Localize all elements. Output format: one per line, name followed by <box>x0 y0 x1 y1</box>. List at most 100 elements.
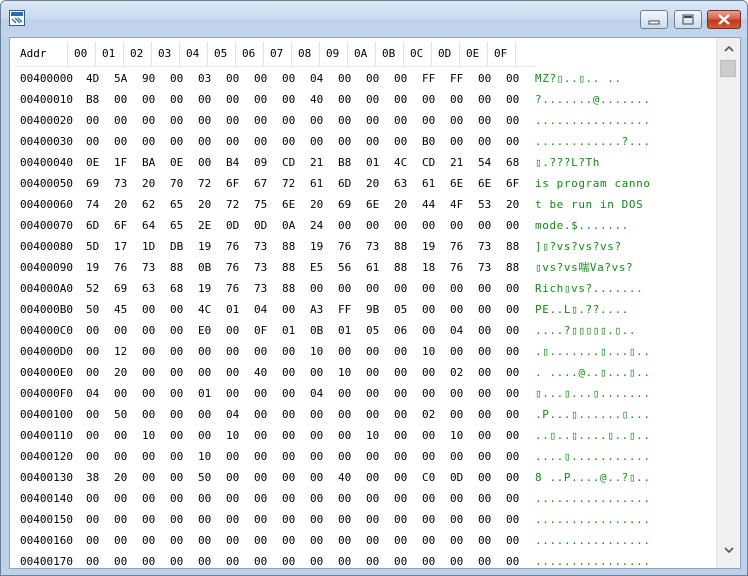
hex-byte[interactable]: 01 <box>226 299 246 320</box>
hex-byte[interactable]: 00 <box>254 383 274 404</box>
hex-byte[interactable]: 52 <box>86 278 106 299</box>
hex-byte[interactable]: 44 <box>422 194 442 215</box>
hex-byte[interactable]: 00 <box>506 278 526 299</box>
ascii-text[interactable]: PE..L▯.??.... <box>535 299 629 320</box>
hex-byte[interactable]: 00 <box>478 404 498 425</box>
hex-byte[interactable]: 17 <box>114 236 134 257</box>
hex-byte[interactable]: 0A <box>282 215 302 236</box>
hex-byte[interactable]: 00 <box>422 425 442 446</box>
hex-byte[interactable]: 6F <box>226 173 246 194</box>
hex-byte[interactable]: 00 <box>198 425 218 446</box>
hex-byte[interactable]: 54 <box>478 152 498 173</box>
hex-byte[interactable]: 0E <box>86 152 106 173</box>
hex-byte[interactable]: 01 <box>282 320 302 341</box>
hex-byte[interactable]: 00 <box>226 446 246 467</box>
hex-byte[interactable]: 00 <box>170 488 190 509</box>
hex-byte[interactable]: FF <box>422 68 442 89</box>
hex-byte[interactable]: 00 <box>366 530 386 551</box>
hex-byte[interactable]: 19 <box>198 236 218 257</box>
ascii-text[interactable]: ▯vs?vs喘Va?vs? <box>535 257 633 278</box>
hex-byte[interactable]: 00 <box>506 467 526 488</box>
hex-byte[interactable]: 00 <box>142 110 162 131</box>
hex-byte[interactable]: 00 <box>254 488 274 509</box>
hex-byte[interactable]: 00 <box>338 446 358 467</box>
hex-byte[interactable]: 00 <box>506 299 526 320</box>
ascii-text[interactable]: .P...▯......▯... <box>535 404 651 425</box>
ascii-text[interactable]: Rich▯vs?....... <box>535 278 643 299</box>
hex-byte[interactable]: 20 <box>506 194 526 215</box>
hex-byte[interactable]: 00 <box>226 89 246 110</box>
hex-byte[interactable]: 00 <box>170 551 190 568</box>
hex-byte[interactable]: 00 <box>170 383 190 404</box>
hex-byte[interactable]: 00 <box>394 278 414 299</box>
hex-byte[interactable]: 00 <box>338 110 358 131</box>
hex-byte[interactable]: 10 <box>450 425 470 446</box>
hex-byte[interactable]: 50 <box>114 404 134 425</box>
column-header-0a[interactable]: 0A <box>348 42 376 66</box>
hex-byte[interactable]: 00 <box>478 488 498 509</box>
hex-byte[interactable]: 00 <box>478 89 498 110</box>
hex-byte[interactable]: 00 <box>478 362 498 383</box>
hex-byte[interactable]: BA <box>142 152 162 173</box>
hex-byte[interactable]: 00 <box>366 68 386 89</box>
maximize-button[interactable] <box>674 10 702 29</box>
hex-byte[interactable]: E0 <box>198 320 218 341</box>
hex-byte[interactable]: 00 <box>254 425 274 446</box>
hex-byte[interactable]: 19 <box>198 278 218 299</box>
hex-byte[interactable]: 00 <box>254 131 274 152</box>
hex-byte[interactable]: 00 <box>142 404 162 425</box>
ascii-text[interactable]: ....▯........... <box>535 446 651 467</box>
hex-byte[interactable]: 76 <box>226 236 246 257</box>
hex-byte[interactable]: 73 <box>142 257 162 278</box>
hex-byte[interactable]: 00 <box>310 110 330 131</box>
hex-byte[interactable]: 00 <box>226 341 246 362</box>
hex-byte[interactable]: 76 <box>450 236 470 257</box>
hex-byte[interactable]: 50 <box>198 467 218 488</box>
hex-byte[interactable]: 00 <box>282 341 302 362</box>
hex-byte[interactable]: 00 <box>198 89 218 110</box>
hex-byte[interactable]: 00 <box>170 68 190 89</box>
hex-byte[interactable]: 20 <box>114 362 134 383</box>
hex-byte[interactable]: 00 <box>282 446 302 467</box>
hex-byte[interactable]: 00 <box>198 152 218 173</box>
hex-byte[interactable]: 00 <box>478 68 498 89</box>
hex-byte[interactable]: 5A <box>114 68 134 89</box>
hex-byte[interactable]: 00 <box>198 131 218 152</box>
hex-byte[interactable]: 10 <box>338 362 358 383</box>
hex-byte[interactable]: C0 <box>422 467 442 488</box>
hex-byte[interactable]: 04 <box>226 404 246 425</box>
hex-byte[interactable]: 00 <box>198 341 218 362</box>
hex-byte[interactable]: 6F <box>114 215 134 236</box>
ascii-text[interactable]: ▯...▯...▯....... <box>535 383 651 404</box>
hex-byte[interactable]: 6E <box>478 173 498 194</box>
column-header-04[interactable]: 04 <box>180 42 208 66</box>
hex-byte[interactable]: 00 <box>114 89 134 110</box>
hex-byte[interactable]: 4C <box>394 152 414 173</box>
hex-byte[interactable]: 00 <box>394 89 414 110</box>
ascii-text[interactable]: MZ?▯..▯.. .. <box>535 68 622 89</box>
hex-byte[interactable]: 00 <box>114 131 134 152</box>
hex-byte[interactable]: 24 <box>310 215 330 236</box>
hex-byte[interactable]: 62 <box>142 194 162 215</box>
hex-byte[interactable]: 00 <box>450 110 470 131</box>
hex-byte[interactable]: B8 <box>86 89 106 110</box>
hex-byte[interactable]: 00 <box>506 362 526 383</box>
hex-byte[interactable]: 00 <box>226 131 246 152</box>
hex-byte[interactable]: 00 <box>478 215 498 236</box>
hex-byte[interactable]: 21 <box>310 152 330 173</box>
hex-byte[interactable]: 00 <box>282 488 302 509</box>
close-button[interactable] <box>707 10 741 29</box>
hex-byte[interactable]: 00 <box>86 488 106 509</box>
hex-byte[interactable]: 40 <box>254 362 274 383</box>
hex-byte[interactable]: 00 <box>170 362 190 383</box>
hex-byte[interactable]: 00 <box>310 530 330 551</box>
hex-byte[interactable]: 00 <box>394 488 414 509</box>
hex-byte[interactable]: 0E <box>170 152 190 173</box>
hex-byte[interactable]: 00 <box>86 404 106 425</box>
hex-byte[interactable]: 00 <box>310 446 330 467</box>
hex-byte[interactable]: 00 <box>282 362 302 383</box>
hex-byte[interactable]: 02 <box>422 404 442 425</box>
hex-byte[interactable]: 00 <box>114 383 134 404</box>
hex-byte[interactable]: 06 <box>394 320 414 341</box>
hex-byte[interactable]: 00 <box>366 110 386 131</box>
